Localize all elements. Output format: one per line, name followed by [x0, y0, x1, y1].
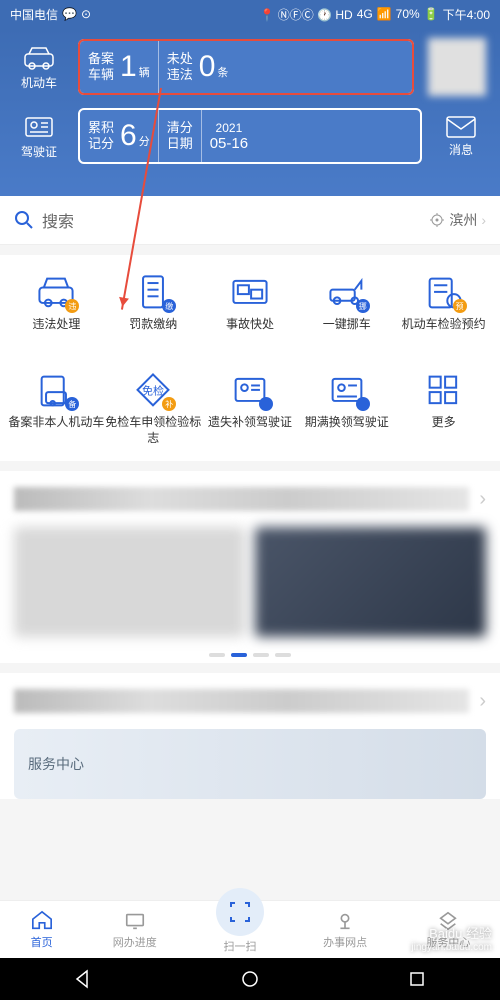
service-lost-license[interactable]: 遗失补领驾驶证 [202, 371, 299, 447]
license-icon [23, 113, 55, 141]
license-tab[interactable]: 驾驶证 [14, 113, 64, 160]
carousel-card[interactable] [14, 527, 245, 637]
chevron-right-icon: › [479, 690, 486, 713]
service-more[interactable]: 更多 [395, 371, 492, 447]
service-receipt[interactable]: 缴罚款缴纳 [105, 273, 202, 349]
service-inspection[interactable]: 预机动车检验预约 [395, 273, 492, 349]
service-accident[interactable]: 事故快处 [202, 273, 299, 349]
list-item[interactable]: › [0, 471, 500, 527]
scan-icon [228, 900, 252, 924]
list-item[interactable]: › [0, 673, 500, 729]
chevron-right-icon: › [479, 488, 486, 511]
service-banner[interactable]: 服务中心 [0, 729, 500, 799]
nav-办事网点[interactable]: 办事网点 [323, 910, 367, 950]
services-grid: 违违法处理缴罚款缴纳事故快处挪一键挪车预机动车检验预约备备案非本人机动车免检补免… [0, 255, 500, 461]
nav-icon-3 [333, 910, 357, 932]
carrier: 中国电信 [10, 6, 58, 23]
avatar[interactable] [428, 38, 486, 96]
service-exempt[interactable]: 免检补免检车申领检验标志 [105, 371, 202, 447]
nav-icon-0 [30, 910, 54, 932]
header: 机动车 备案 车辆1辆 未处 违法0条 驾驶证 累积 记分6分 清分 日期 20… [0, 28, 500, 196]
city-picker[interactable]: 滨州 › [429, 210, 486, 230]
service-register[interactable]: 备备案非本人机动车 [8, 371, 105, 447]
service-renew-license[interactable]: 期满换领驾驶证 [298, 371, 395, 447]
svg-text:免检: 免检 [142, 383, 164, 397]
status-bar: 中国电信 💬⊙ 📍 ⓃⒻⒸ 🕐 HD 4G 📶 70% 🔋 下午4:00 [0, 0, 500, 28]
service-car-violation[interactable]: 违违法处理 [8, 273, 105, 349]
location-icon [429, 212, 445, 228]
license-info-card[interactable]: 累积 记分6分 清分 日期 202105-16 [78, 108, 422, 164]
envelope-icon [445, 115, 477, 139]
car-icon [23, 44, 55, 72]
chevron-right-icon: › [481, 212, 486, 228]
battery: 70% [396, 7, 420, 21]
nav-网办进度[interactable]: 网办进度 [113, 910, 157, 950]
carousel[interactable] [0, 527, 500, 647]
recent-icon[interactable] [407, 969, 427, 989]
back-icon[interactable] [73, 969, 93, 989]
carousel-card[interactable] [255, 527, 486, 637]
search-input[interactable]: 搜索 [14, 208, 421, 232]
messages-button[interactable]: 消息 [436, 115, 486, 158]
more-icon [423, 370, 465, 410]
home-icon[interactable] [240, 969, 260, 989]
scan-button[interactable] [216, 888, 264, 936]
nav-扫一扫[interactable]: 扫一扫 [216, 906, 264, 954]
accident-icon [229, 272, 271, 312]
android-nav [0, 958, 500, 1000]
nav-icon-1 [123, 910, 147, 932]
search-row: 搜索 滨州 › [0, 196, 500, 245]
network: 4G [357, 7, 373, 21]
search-icon [14, 210, 34, 230]
clock: 下午4:00 [443, 6, 490, 23]
watermark: Baidu 经验 jingyan.baidu.com [411, 926, 492, 954]
vehicle-tab[interactable]: 机动车 [14, 44, 64, 91]
carousel-dots [0, 647, 500, 663]
vehicle-info-card[interactable]: 备案 车辆1辆 未处 违法0条 [78, 39, 414, 95]
service-tow[interactable]: 挪一键挪车 [298, 273, 395, 349]
nav-首页[interactable]: 首页 [30, 910, 54, 950]
